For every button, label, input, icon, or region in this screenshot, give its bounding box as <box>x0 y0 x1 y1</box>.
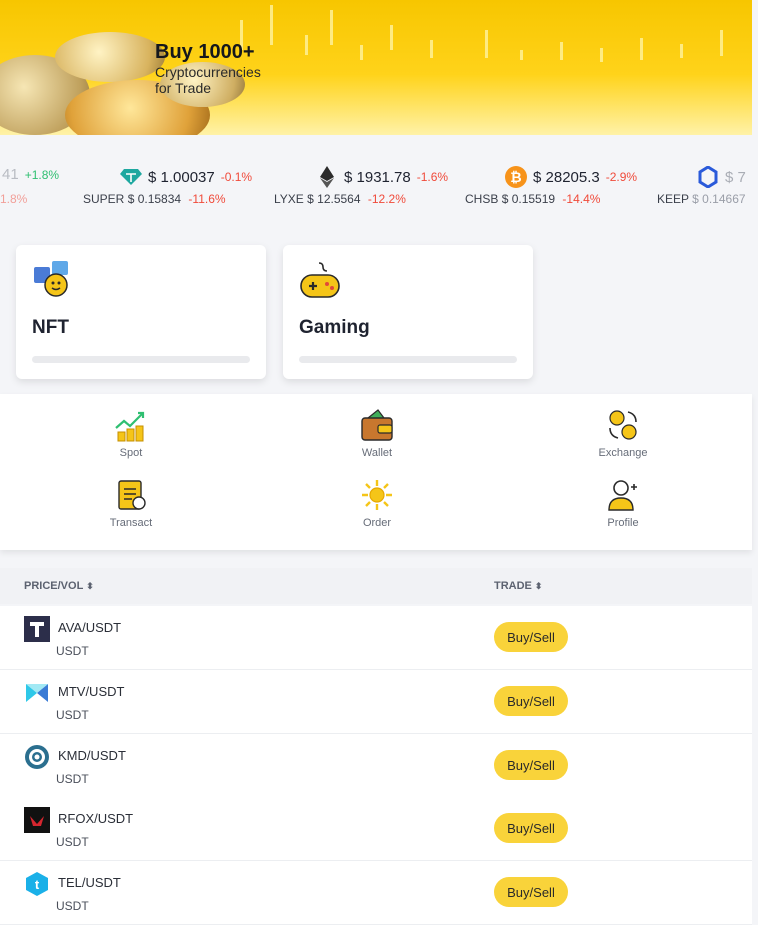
ticker-price: $ 28205.3 <box>533 168 600 186</box>
market-table-header: PRICE/VOL ⬍ TRADE ⬍ <box>0 568 752 604</box>
quick-menu-label: Wallet <box>361 447 393 459</box>
column-header-label: PRICE/VOL <box>24 580 84 592</box>
column-header-price-vol[interactable]: PRICE/VOL ⬍ <box>24 580 94 592</box>
banner-text: Buy 1000+ Cryptocurrencies for Trade <box>155 40 261 96</box>
quick-menu-item-exchange[interactable]: Exchange <box>563 408 683 459</box>
quote-currency: USDT <box>56 835 89 849</box>
ticker-sub-price: $ 0.14667 <box>692 192 746 206</box>
ticker-item[interactable]: 41 +1.8% 1.8% <box>0 150 80 220</box>
ticker-sub-name: SUPER <box>83 192 125 206</box>
quick-menu-label: Profile <box>607 517 639 529</box>
quote-currency: USDT <box>56 772 89 786</box>
quick-menu-label: Transact <box>109 517 153 529</box>
table-row[interactable]: RFOX/USDT USDT Buy/Sell <box>0 797 752 861</box>
price-ticker: 41 +1.8% 1.8% $ 1.00037 -0.1% SUPER $ 0.… <box>0 150 752 220</box>
ticker-sub-name: CHSB <box>465 192 499 206</box>
banner-background-chart <box>240 5 723 62</box>
order-icon <box>360 478 394 512</box>
buy-sell-button[interactable]: Buy/Sell <box>494 813 568 843</box>
svg-text:₿: ₿ <box>510 169 521 185</box>
promo-banner[interactable]: Buy 1000+ Cryptocurrencies for Trade <box>0 0 752 135</box>
ticker-change: -2.9% <box>605 170 638 184</box>
trading-pair: KMD/USDT <box>58 748 126 763</box>
quick-menu-label: Order <box>362 517 392 529</box>
category-card-nft[interactable]: NFT <box>16 245 266 379</box>
buy-sell-button[interactable]: Buy/Sell <box>494 750 568 780</box>
trading-pair: RFOX/USDT <box>58 811 134 826</box>
ticker-price: 41 <box>2 166 19 183</box>
quick-menu-item-spot[interactable]: Spot <box>71 408 191 459</box>
trading-pair: AVA/USDT <box>58 620 122 635</box>
table-row[interactable]: KMD/USDT USDT Buy/Sell <box>0 734 752 798</box>
buy-sell-button[interactable]: Buy/Sell <box>494 686 568 716</box>
nft-icon <box>32 259 72 304</box>
ticker-sub-change: -12.2% <box>367 192 406 206</box>
ticker-sub-price: $ 0.15519 <box>501 192 556 206</box>
spot-chart-icon <box>114 408 148 442</box>
table-row[interactable]: t TEL/USDT USDT Buy/Sell <box>0 861 752 925</box>
wallet-icon <box>360 408 394 442</box>
table-row[interactable]: MTV/USDT USDT Buy/Sell <box>0 670 752 734</box>
sort-icon: ⬍ <box>86 581 94 591</box>
quote-currency: USDT <box>56 708 89 722</box>
ticker-item[interactable]: ₿ $ 28205.3 -2.9% CHSB $ 0.15519 -14.4% <box>465 150 655 220</box>
diamond-icon <box>120 166 142 188</box>
exchange-icon <box>606 408 640 442</box>
banner-subtitle: Cryptocurrencies <box>155 64 261 80</box>
quick-menu-item-transact[interactable]: Transact <box>71 478 191 529</box>
column-header-trade[interactable]: TRADE ⬍ <box>494 580 542 592</box>
banner-subtitle: for Trade <box>155 80 212 96</box>
category-card-placeholder-bar <box>299 356 517 363</box>
trading-pair: MTV/USDT <box>58 684 125 699</box>
quick-menu-item-order[interactable]: Order <box>317 478 437 529</box>
rfox-icon <box>24 807 50 833</box>
ticker-sub-price: $ 0.15834 <box>127 192 182 206</box>
sort-icon: ⬍ <box>534 581 543 591</box>
quick-menu-item-wallet[interactable]: Wallet <box>317 408 437 459</box>
category-card-title: NFT <box>32 317 69 338</box>
ava-icon <box>24 616 50 642</box>
ticker-item[interactable]: $ 1.00037 -0.1% SUPER $ 0.15834 -11.6% <box>83 150 270 220</box>
ticker-item[interactable]: $ 7 KEEP $ 0.14667 <box>657 150 752 220</box>
transact-icon <box>114 478 148 512</box>
ticker-change: -0.1% <box>220 170 253 184</box>
gamepad-icon <box>299 259 341 304</box>
ticker-item[interactable]: $ 1931.78 -1.6% LYXE $ 12.5564 -12.2% <box>274 150 466 220</box>
quote-currency: USDT <box>56 899 89 913</box>
ethereum-icon <box>316 166 338 188</box>
ticker-price: $ 7 <box>725 168 746 186</box>
gold-coin-icon <box>55 32 165 82</box>
ticker-sub-name: LYXE <box>274 192 304 206</box>
quick-menu-item-profile[interactable]: Profile <box>563 478 683 529</box>
buy-sell-button[interactable]: Buy/Sell <box>494 622 568 652</box>
ticker-sub-change: -11.6% <box>188 192 226 206</box>
ticker-change: +1.8% <box>24 167 60 182</box>
ticker-sub-change: 1.8% <box>0 192 28 206</box>
ticker-price: $ 1.00037 <box>148 168 215 186</box>
quick-menu-label: Spot <box>119 447 143 459</box>
quick-menu: Spot Wallet Exchange Transact Order Prof… <box>0 394 752 550</box>
svg-text:t: t <box>35 877 40 892</box>
trading-pair: TEL/USDT <box>58 875 121 890</box>
mtv-icon <box>24 680 50 706</box>
ticker-sub-name: KEEP <box>657 192 689 206</box>
column-header-label: TRADE <box>494 580 532 592</box>
kmd-icon <box>24 744 50 770</box>
category-card-placeholder-bar <box>32 356 250 363</box>
profile-icon <box>606 478 640 512</box>
chainlink-icon <box>697 166 719 188</box>
ticker-sub-price: $ 12.5564 <box>307 192 361 206</box>
table-row[interactable]: AVA/USDT USDT Buy/Sell <box>0 606 752 670</box>
bitcoin-icon: ₿ <box>505 166 527 188</box>
ticker-sub-change: -14.4% <box>562 192 601 206</box>
buy-sell-button[interactable]: Buy/Sell <box>494 877 568 907</box>
quote-currency: USDT <box>56 644 89 658</box>
ticker-change: -1.6% <box>416 170 449 184</box>
ticker-price: $ 1931.78 <box>344 168 411 186</box>
category-card-title: Gaming <box>299 317 370 338</box>
tel-icon: t <box>24 871 50 897</box>
category-card-gaming[interactable]: Gaming <box>283 245 533 379</box>
banner-title: Buy 1000+ <box>155 41 255 63</box>
quick-menu-label: Exchange <box>598 447 648 459</box>
